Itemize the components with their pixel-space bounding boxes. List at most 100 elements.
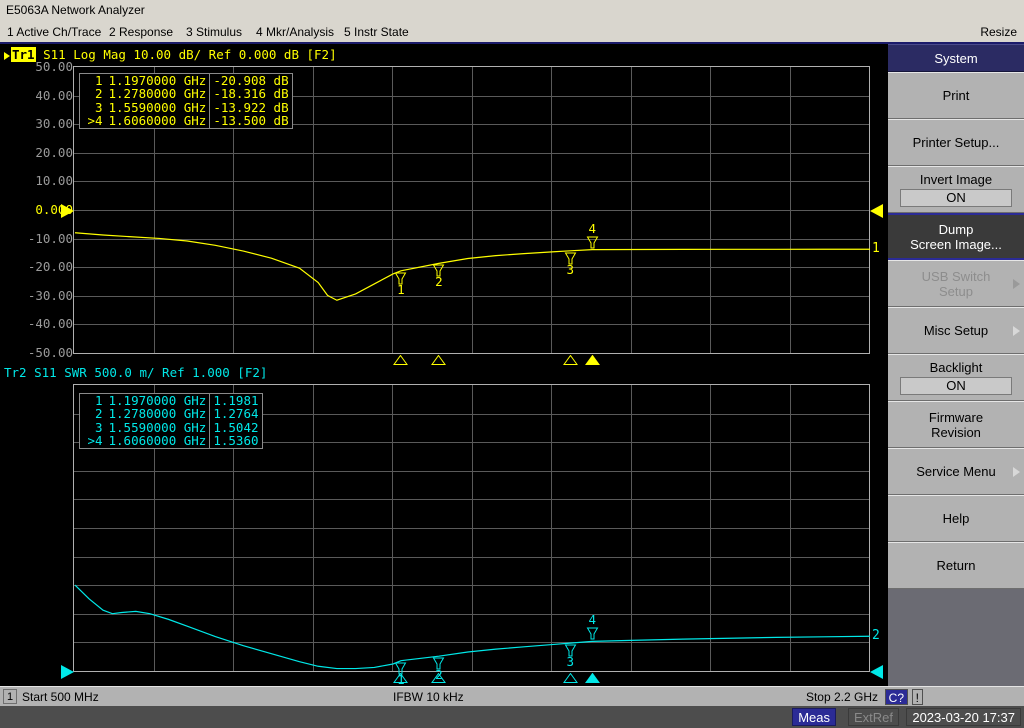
window-title: E5063A Network Analyzer [6,3,145,17]
softkey-value[interactable]: ON [900,377,1012,395]
warning-badge[interactable]: ! [911,689,923,705]
trace2-badge[interactable]: Tr2 [4,365,27,380]
softkey-printer-setup[interactable]: Printer Setup... [888,119,1024,166]
trace1-y-tick-label: -40.00 [27,316,73,332]
marker-3-position-indicator[interactable] [562,355,578,365]
softkey-label: Firmware Revision [928,409,984,440]
marker-1-label: 1 [397,281,405,297]
chevron-right-icon [1013,466,1020,477]
resize-button[interactable]: Resize [977,21,1020,43]
softkey-firmware-revision[interactable]: Firmware Revision [888,401,1024,448]
softkey-label: Return [936,558,976,573]
chevron-right-icon [1013,278,1020,289]
marker-2-position-indicator[interactable] [431,673,447,683]
marker-table-row[interactable]: 3 1.5590000 GHz -13.922 dB [80,99,293,115]
softkey-misc-setup[interactable]: Misc Setup [888,307,1024,354]
softkey-label: Misc Setup [923,323,989,338]
softkey-return[interactable]: Return [888,542,1024,589]
marker-frequency: 1.1970000 GHz [108,73,207,88]
window-title-bar: E5063A Network Analyzer [0,0,1024,21]
marker-index: 1 [94,393,103,408]
start-frequency[interactable]: Start 500 MHz [22,687,99,707]
menu-instr-state[interactable]: 5 Instr State [341,21,412,43]
marker-table-row[interactable]: 2 1.2780000 GHz -18.316 dB [80,87,293,101]
trace2-reference-arrow-left[interactable] [61,665,74,679]
softkey-panel: System Print Printer Setup... Invert Image O… [888,44,1024,709]
marker-4-glyph[interactable] [586,236,599,249]
marker-frequency: 1.1970000 GHz [108,393,207,408]
datetime-display: 2023-03-20 17:37 [906,708,1021,726]
correction-status-badge[interactable]: C? [884,689,908,705]
softkey-label: Service Menu [916,464,996,479]
trace1-y-tick-label: -30.00 [27,287,73,303]
trace1-reference-arrow-right[interactable] [870,204,883,218]
marker-index: >4 [87,113,103,129]
softkey-menu-title: System [888,44,1024,72]
marker-4-position-indicator[interactable] [584,355,600,365]
graph-panel: Tr1 S11 Log Mag 10.00 dB/ Ref 0.000 dB [… [0,44,888,728]
menu-response[interactable]: 2 Response [106,21,176,43]
trace1-header-text: S11 Log Mag 10.00 dB/ Ref 0.000 dB [F2] [43,47,337,62]
softkey-backlight[interactable]: Backlight ON [888,354,1024,401]
marker-4-glyph[interactable] [586,627,599,640]
trace1-reference-arrow-left[interactable] [61,204,74,218]
marker-value: 1.1981 [209,393,262,408]
marker-1-position-indicator[interactable] [393,673,409,683]
marker-frequency: 1.6060000 GHz [108,433,207,449]
active-trace-arrow-icon [4,51,10,60]
softkey-help[interactable]: Help [888,495,1024,542]
marker-2-label: 2 [435,274,443,290]
softkey-print[interactable]: Print [888,72,1024,119]
menu-active-ch-trace[interactable]: 1 Active Ch/Trace [4,21,104,43]
marker-value: -13.500 dB [209,114,293,129]
marker-table-row[interactable]: 1 1.1970000 GHz -20.908 dB [80,73,293,88]
marker-index: 2 [94,406,103,422]
channel-indicator[interactable]: 1 [3,689,18,704]
softkey-value[interactable]: ON [900,189,1012,207]
extref-status: ExtRef [847,708,899,726]
bottom-bar: Meas ExtRef 2023-03-20 17:37 [0,706,1024,728]
network-analyzer-window: E5063A Network Analyzer 1 Active Ch/Trac… [0,0,1024,728]
marker-table-row[interactable]: 1 1.1970000 GHz 1.1981 [80,393,262,408]
softkey-menu-title-label: System [934,50,978,66]
marker-table-row[interactable]: 3 1.5590000 GHz 1.5042 [80,419,262,435]
marker-4-position-indicator[interactable] [584,673,600,683]
stop-frequency[interactable]: Stop 2.2 GHz [806,687,878,707]
trace1-y-tick-label: 20.00 [35,144,73,160]
trace1-badge[interactable]: Tr1 [11,47,36,62]
marker-frequency: 1.5590000 GHz [108,419,207,435]
marker-frequency: 1.2780000 GHz [108,406,207,422]
softkey-service-menu[interactable]: Service Menu [888,448,1024,495]
trace2-number-label: 2 [872,628,880,644]
softkey-label: Dump Screen Image... [910,221,1002,252]
marker-value: -18.316 dB [209,87,293,101]
ifbw-value[interactable]: IFBW 10 kHz [393,687,464,707]
marker-table-row[interactable]: >4 1.6060000 GHz -13.500 dB [80,113,293,129]
trace1-y-tick-label: 50.00 [35,59,73,74]
softkey-label: Help [942,511,970,526]
marker-2-position-indicator[interactable] [431,355,447,365]
softkey-label: Printer Setup... [912,135,1000,150]
meas-status: Meas [792,708,836,726]
chevron-right-icon [1013,325,1020,336]
trace2-header[interactable]: Tr2 S11 SWR 500.0 m/ Ref 1.000 [F2] [4,365,267,381]
softkey-invert-image[interactable]: Invert Image ON [888,166,1024,213]
trace2-marker-table: 1 1.1970000 GHz 1.1981 2 1.2780000 GHz 1.2764… [79,393,263,449]
softkey-dump-screen-image[interactable]: Dump Screen Image... [888,213,1024,260]
marker-index: 3 [94,99,103,115]
marker-3-position-indicator[interactable] [562,673,578,683]
trace1-y-tick-label: 40.00 [35,87,73,103]
trace2-reference-arrow-right[interactable] [870,665,883,679]
marker-4-label: 4 [588,612,596,628]
softkey-usb-switch-setup: USB Switch Setup [888,260,1024,307]
marker-table-row[interactable]: 2 1.2780000 GHz 1.2764 [80,406,262,422]
marker-value: -20.908 dB [209,73,293,88]
marker-frequency: 1.6060000 GHz [108,113,207,129]
menu-bar: 1 Active Ch/Trace 2 Response 3 Stimulus … [0,21,1024,43]
menu-mkr-analysis[interactable]: 4 Mkr/Analysis [253,21,337,43]
menu-stimulus[interactable]: 3 Stimulus [183,21,245,43]
marker-3-label: 3 [566,261,574,277]
marker-1-position-indicator[interactable] [393,355,409,365]
marker-table-row[interactable]: >4 1.6060000 GHz 1.5360 [80,433,262,449]
marker-value: -13.922 dB [209,100,293,114]
